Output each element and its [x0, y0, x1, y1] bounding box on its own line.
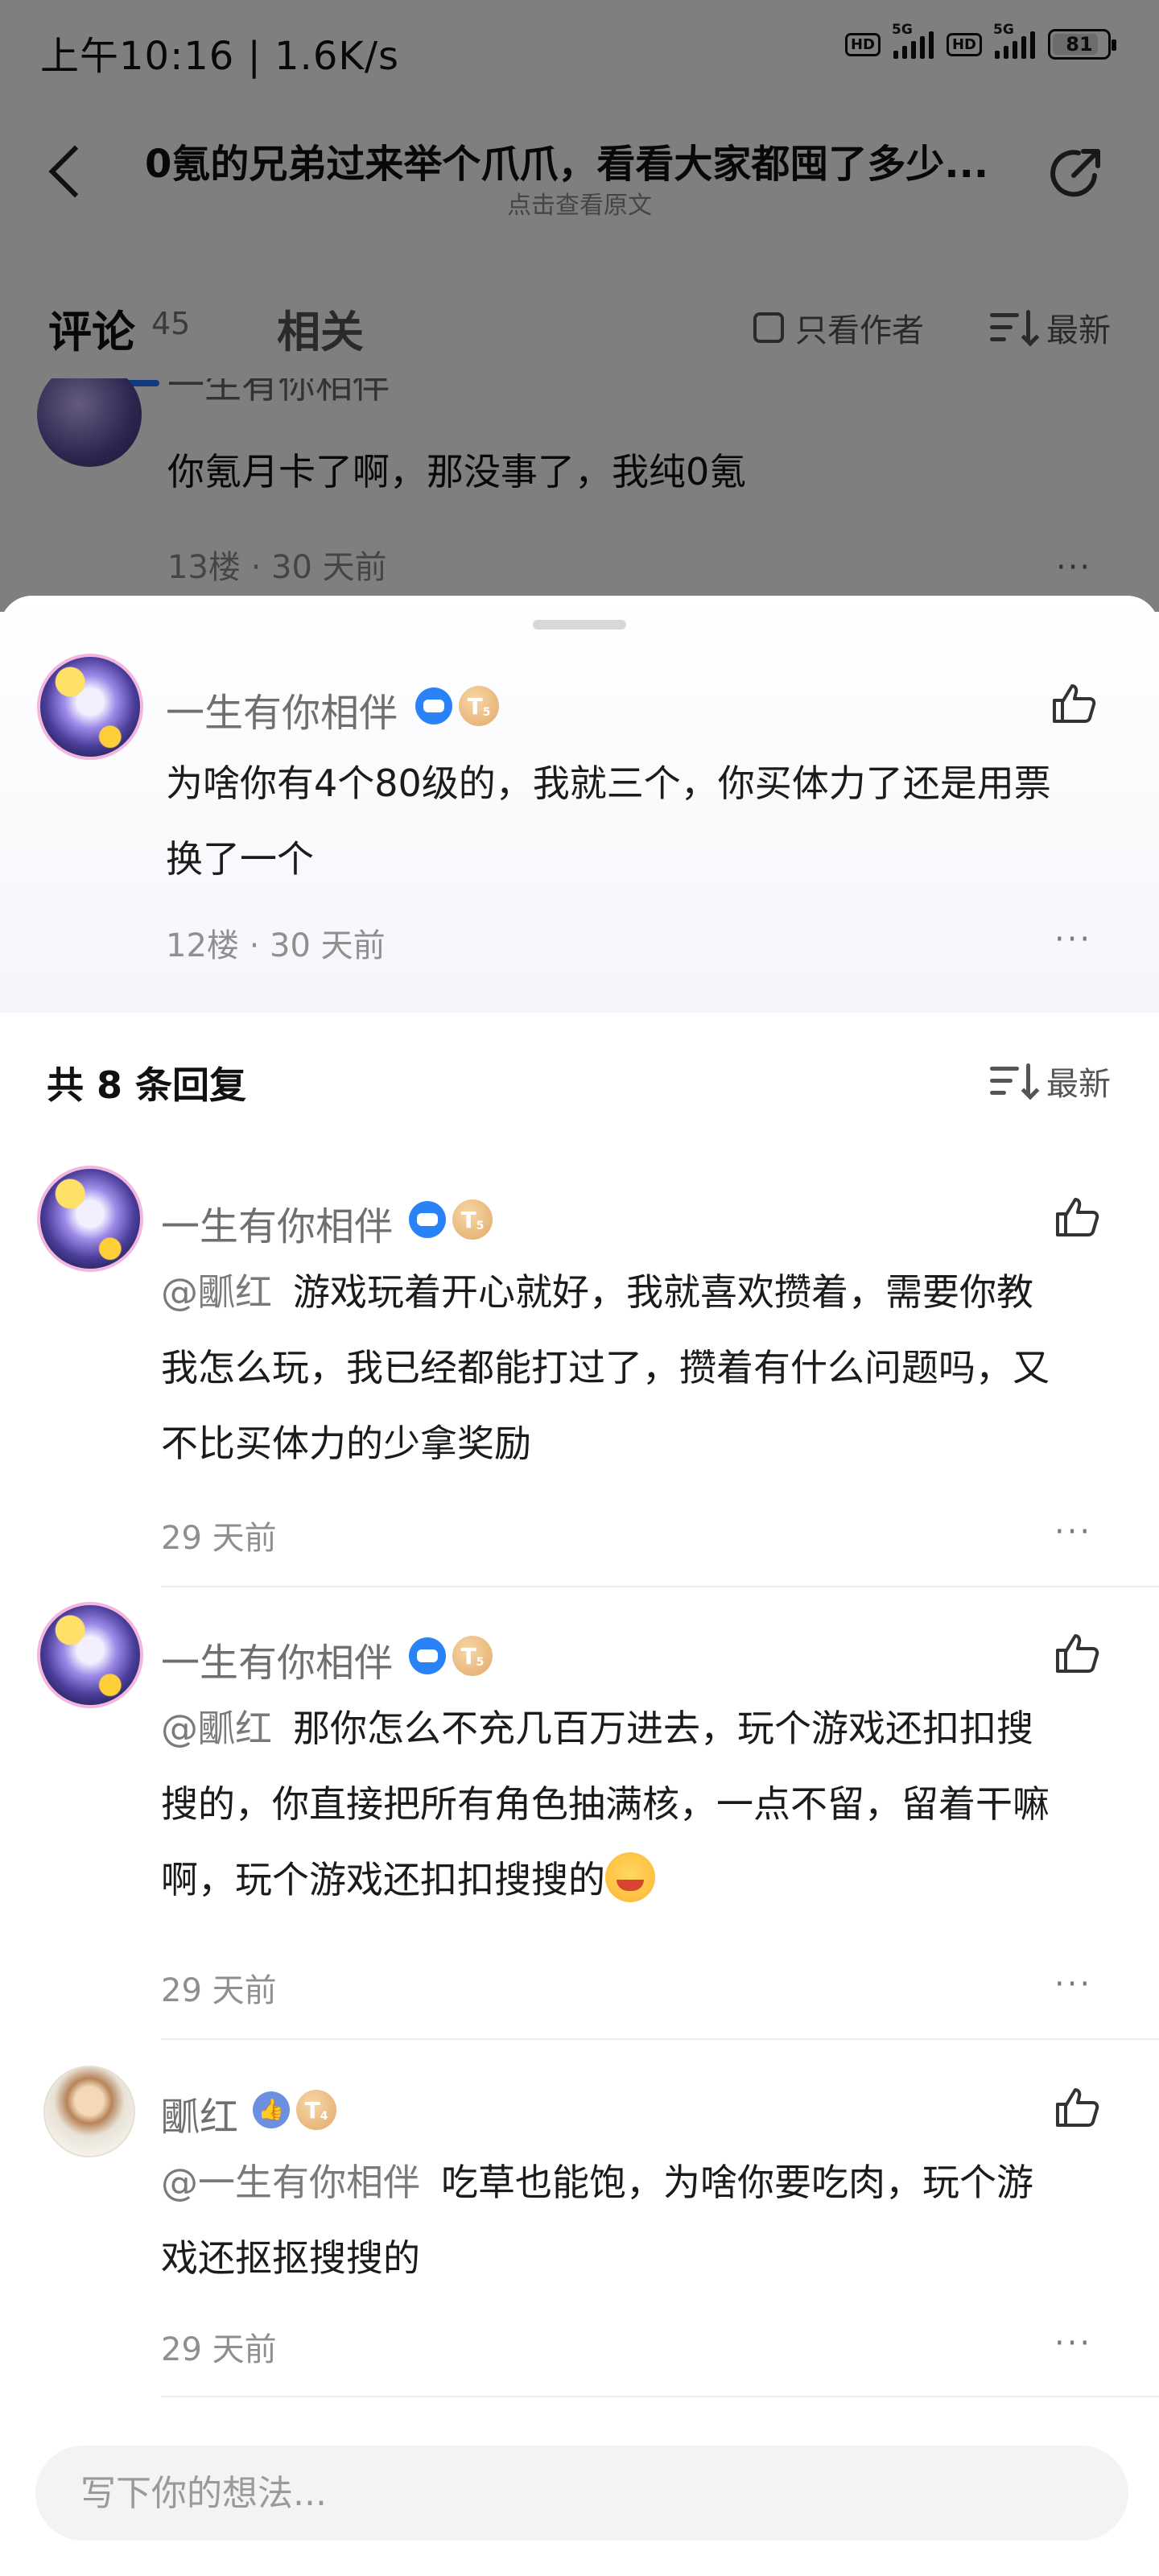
sort-label: 最新: [1046, 1066, 1111, 1103]
level-badge: T5: [452, 1199, 493, 1240]
thumbs-up-icon[interactable]: [1054, 1633, 1099, 1674]
avatar[interactable]: [37, 654, 143, 760]
drag-handle[interactable]: [533, 620, 626, 630]
mention-link[interactable]: @爴红: [161, 1270, 272, 1314]
comment-text-line: 换了一个: [166, 837, 314, 881]
reply-text: @一生有你相伴 吃草也能饱，为啥你要吃肉，玩个游 戏还抠抠搜搜的: [161, 2145, 1135, 2296]
comment-input-bar: [0, 2413, 1159, 2576]
more-icon[interactable]: ···: [1054, 921, 1092, 958]
reply-text-line: 戏还抠抠搜搜的: [161, 2236, 420, 2280]
reply-author[interactable]: 一生有你相伴: [161, 1631, 393, 1687]
divider: [161, 2396, 1159, 2397]
more-icon[interactable]: ···: [1054, 1966, 1092, 2003]
avatar[interactable]: [43, 2066, 135, 2157]
replies-count-title: 共 8 条回复: [47, 1063, 247, 1107]
thumbs-up-icon[interactable]: [1054, 2087, 1099, 2128]
avatar[interactable]: [37, 1602, 143, 1708]
comment-meta: 12楼 · 30 天前: [166, 927, 386, 964]
mention-link[interactable]: @爴红: [161, 1707, 272, 1750]
dim-overlay[interactable]: [0, 0, 1159, 612]
reply-text-line: 那你怎么不充几百万进去，玩个游戏还扣扣搜: [293, 1707, 1033, 1750]
reply-text: @爴红 游戏玩着开心就好，我就喜欢攒着，需要你教 我怎么玩，我已经都能打过了，攒着…: [161, 1254, 1135, 1481]
gamepad-badge-icon: [409, 1637, 446, 1674]
level-badge: T5: [459, 686, 499, 726]
reply-sheet: 一生有你相伴 T5 为啥你有4个80级的，我就三个，你买体力了还是用票 换了一个…: [0, 596, 1159, 2576]
sort-replies-button[interactable]: 最新: [990, 1058, 1111, 1104]
parent-comment: 一生有你相伴 T5 为啥你有4个80级的，我就三个，你买体力了还是用票 换了一个…: [0, 596, 1159, 1013]
mention-link[interactable]: @一生有你相伴: [161, 2161, 420, 2204]
reply-meta: 29 天前: [161, 1972, 277, 2009]
more-icon[interactable]: ···: [1054, 1513, 1092, 1550]
avatar[interactable]: [37, 1166, 143, 1272]
thumbs-up-icon[interactable]: [1051, 683, 1096, 724]
reply-meta: 29 天前: [161, 1520, 277, 1557]
comment-input[interactable]: [35, 2446, 1128, 2541]
divider: [161, 1586, 1159, 1587]
comment-author[interactable]: 一生有你相伴: [166, 681, 398, 737]
reply-meta: 29 天前: [161, 2331, 277, 2368]
reply-text-line: 我怎么玩，我已经都能打过了，攒着有什么问题吗，又: [161, 1346, 1050, 1389]
reply-author[interactable]: 一生有你相伴: [161, 1195, 393, 1251]
comment-text: 为啥你有4个80级的，我就三个，你买体力了还是用票 换了一个: [166, 745, 1132, 897]
more-icon[interactable]: ···: [1054, 2325, 1092, 2362]
thumbs-up-badge-icon: 👍: [253, 2091, 290, 2128]
reply-text-line: 吃草也能饱，为啥你要吃肉，玩个游: [441, 2161, 1033, 2204]
sort-icon: [990, 1063, 1040, 1100]
reply-text-line: 啊，玩个游戏还扣扣搜搜的: [161, 1858, 605, 1901]
thumbs-up-icon[interactable]: [1054, 1196, 1099, 1238]
reply-text: @爴红 那你怎么不充几百万进去，玩个游戏还扣扣搜 搜的，你直接把所有角色抽满核，一…: [161, 1690, 1135, 1918]
level-badge: T4: [296, 2090, 336, 2130]
reply-author[interactable]: 爴红: [161, 2085, 238, 2141]
reply-text-line: 不比买体力的少拿奖励: [161, 1422, 531, 1465]
gamepad-badge-icon: [409, 1201, 446, 1238]
divider: [161, 2038, 1159, 2040]
gamepad-badge-icon: [415, 687, 452, 724]
reply-text-line: 游戏玩着开心就好，我就喜欢攒着，需要你教: [293, 1270, 1033, 1314]
smiling-emoji-icon: [605, 1852, 655, 1902]
reply-text-line: 搜的，你直接把所有角色抽满核，一点不留，留着干嘛: [161, 1782, 1050, 1826]
comment-text-line: 为啥你有4个80级的，我就三个，你买体力了还是用票: [166, 762, 1051, 805]
level-badge: T5: [452, 1636, 493, 1676]
